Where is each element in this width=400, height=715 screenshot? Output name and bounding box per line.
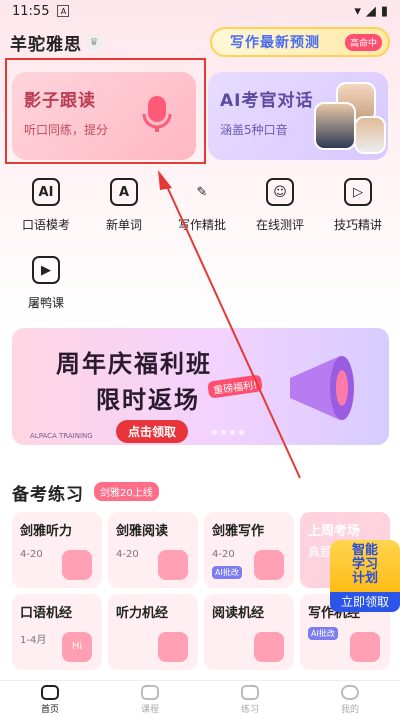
tool-label: 技巧精讲 (333, 218, 382, 232)
play-icon: ▷ (344, 178, 372, 206)
status-time: 11:55 (12, 3, 50, 19)
float-claim-button[interactable]: 立即领取 (330, 592, 400, 612)
wifi-icon: ▾ (354, 3, 361, 19)
tile-cambridge-reading[interactable]: 剑雅阅读 4-20 (108, 512, 198, 588)
banner-tag: 重磅福利! (207, 374, 263, 399)
robot-icon: ☺ (266, 178, 294, 206)
pen-icon: ✎ (196, 184, 208, 200)
sim-icon: A (57, 5, 70, 17)
book-a-icon: A (110, 178, 138, 206)
tool-label: 写作精批 (177, 218, 226, 232)
tab-label: 首页 (40, 705, 59, 715)
tool-label: 在线测评 (255, 218, 304, 232)
tool-online-test[interactable]: ☺ 在线测评 (244, 178, 316, 240)
status-right: ▾ ◢ ▮ (354, 4, 388, 19)
profile-icon (341, 685, 359, 700)
tile-title: 剑雅听力 (20, 524, 73, 539)
float-line-1: 智能 (351, 543, 378, 558)
home-icon (41, 685, 59, 700)
float-line-3: 计划 (351, 571, 378, 586)
writing-prediction-promo[interactable]: 写作最新预测 高命中 (210, 27, 390, 57)
tile-oral-jijing[interactable]: 口语机经 1-4月 Hi (12, 594, 102, 670)
speech-bubble-icon: Hi (62, 632, 92, 662)
ai-chat-icon: AI (32, 178, 60, 206)
tool-skills[interactable]: ▷ 技巧精讲 (322, 178, 394, 240)
video-icon: ▶ (32, 256, 60, 284)
practice-icon (241, 685, 259, 700)
ai-examiner-card[interactable]: AI考官对话 涵盖5种口音 (208, 72, 388, 160)
ai-review-badge: AI批改 (212, 566, 242, 579)
tool-writing-review[interactable]: ✎ 写作精批 (166, 178, 238, 240)
promo-text: 写作最新预测 (230, 35, 320, 51)
tile-title: 上周考场 (308, 524, 361, 539)
tile-reading-jijing[interactable]: 阅读机经 (204, 594, 294, 670)
banner-brand-text: ALPACA TRAINING (30, 432, 93, 440)
tool-label: 新单词 (105, 218, 142, 232)
tool-oral-mock[interactable]: AI 口语模考 (10, 178, 82, 240)
tab-profile[interactable]: 我的 (300, 681, 400, 715)
megaphone-icon (290, 356, 354, 420)
section-badge: 剑雅20上线 (94, 482, 159, 501)
examiner-avatar-male (314, 102, 356, 150)
tab-practice[interactable]: 练习 (200, 681, 300, 715)
promo-banner[interactable]: 周年庆福利班 限时返场 重磅福利! 点击领取 ALPACA TRAINING (12, 328, 389, 445)
tab-courses[interactable]: 课程 (100, 681, 200, 715)
tool-new-words[interactable]: A 新单词 (88, 178, 160, 240)
tile-title: 剑雅阅读 (116, 524, 169, 539)
tile-title: 口语机经 (20, 606, 73, 621)
brand-badge-icon: ♛ (86, 34, 102, 50)
banner-title-2: 限时返场 (96, 386, 200, 414)
tile-listening-jijing[interactable]: 听力机经 (108, 594, 198, 670)
status-bar: 11:55 A ▾ ◢ ▮ (0, 0, 400, 22)
tile-title: 阅读机经 (212, 606, 265, 621)
battery-icon: ▮ (380, 3, 388, 19)
tool-label: 口语模考 (21, 218, 70, 232)
headphones-icon (158, 632, 188, 662)
banner-pagination (212, 430, 244, 435)
pencil-icon (350, 632, 380, 662)
tool-duck-course[interactable]: ▶ 屠鸭课 (10, 256, 82, 318)
signal-icon: ◢ (365, 3, 376, 19)
tab-home[interactable]: 首页 (0, 681, 100, 715)
tab-label: 课程 (140, 705, 159, 715)
banner-title-1: 周年庆福利班 (56, 350, 212, 378)
tab-label: 我的 (340, 705, 359, 715)
tile-cambridge-writing[interactable]: 剑雅写作 4-20 AI批改 (204, 512, 294, 588)
highlight-box (5, 58, 206, 164)
section-title: 备考练习 (12, 485, 84, 505)
open-book-icon (254, 632, 284, 662)
ai-review-badge: AI批改 (308, 627, 338, 640)
pencil-icon (254, 550, 284, 580)
headphones-icon (62, 550, 92, 580)
course-icon (141, 685, 159, 700)
top-header: 羊驼雅思 ♛ 写作最新预测 高命中 (10, 27, 390, 57)
tool-label: 屠鸭课 (27, 296, 64, 310)
tile-title: 剑雅写作 (212, 524, 265, 539)
promo-hot-badge: 高命中 (344, 33, 382, 51)
examiner-avatar-male-2 (354, 116, 386, 154)
float-line-2: 学习 (351, 557, 378, 572)
app-brand-title: 羊驼雅思 (10, 34, 82, 55)
book-icon (158, 550, 188, 580)
tile-title: 听力机经 (116, 606, 169, 621)
tile-cambridge-listening[interactable]: 剑雅听力 4-20 (12, 512, 102, 588)
bottom-tab-bar: 首页 课程 练习 我的 (0, 680, 400, 715)
tab-label: 练习 (240, 705, 259, 715)
banner-cta-button[interactable]: 点击领取 (116, 420, 189, 443)
